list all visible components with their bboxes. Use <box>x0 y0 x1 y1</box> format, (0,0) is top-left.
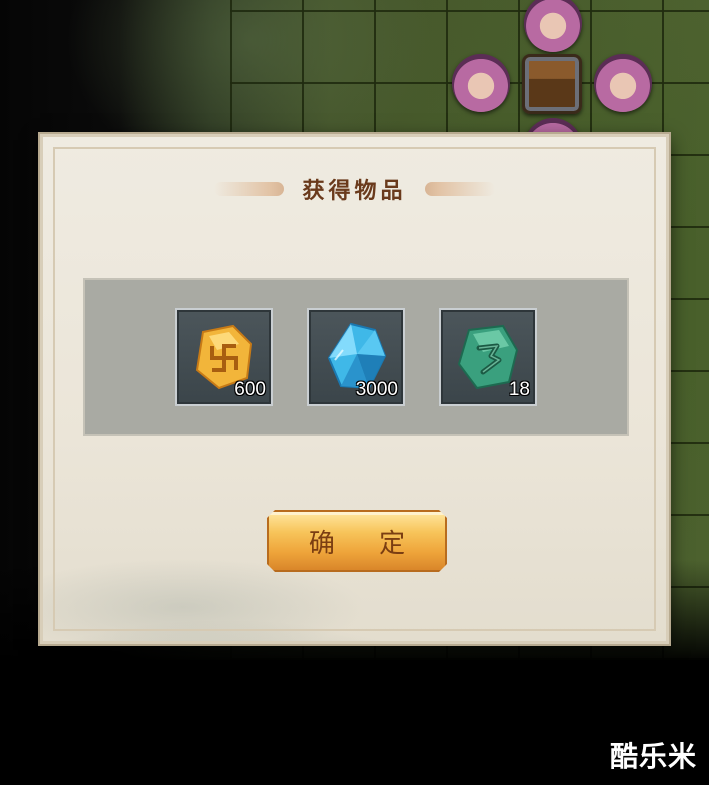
dialog-title: 获得物品 <box>302 178 407 204</box>
confirm-button[interactable]: 确 定 <box>267 510 447 572</box>
reward-item-slot[interactable]: 18 <box>439 308 537 406</box>
reward-dialog: 获得物品 600 3000 18 确 定 <box>40 134 669 644</box>
reward-item-slot[interactable]: 600 <box>175 308 273 406</box>
reward-item-slot[interactable]: 3000 <box>307 308 405 406</box>
reward-items-panel: 600 3000 18 <box>83 278 629 436</box>
dialog-header: 获得物品 <box>43 171 666 207</box>
title-ornament-right <box>424 182 495 196</box>
title-ornament-left <box>214 182 285 196</box>
watermark-logo: 酷乐米 <box>609 740 697 773</box>
confirm-button-label: 确 定 <box>308 528 424 559</box>
reward-item-count: 18 <box>508 379 530 400</box>
reward-item-count: 600 <box>234 379 266 400</box>
reward-item-count: 3000 <box>355 379 398 400</box>
